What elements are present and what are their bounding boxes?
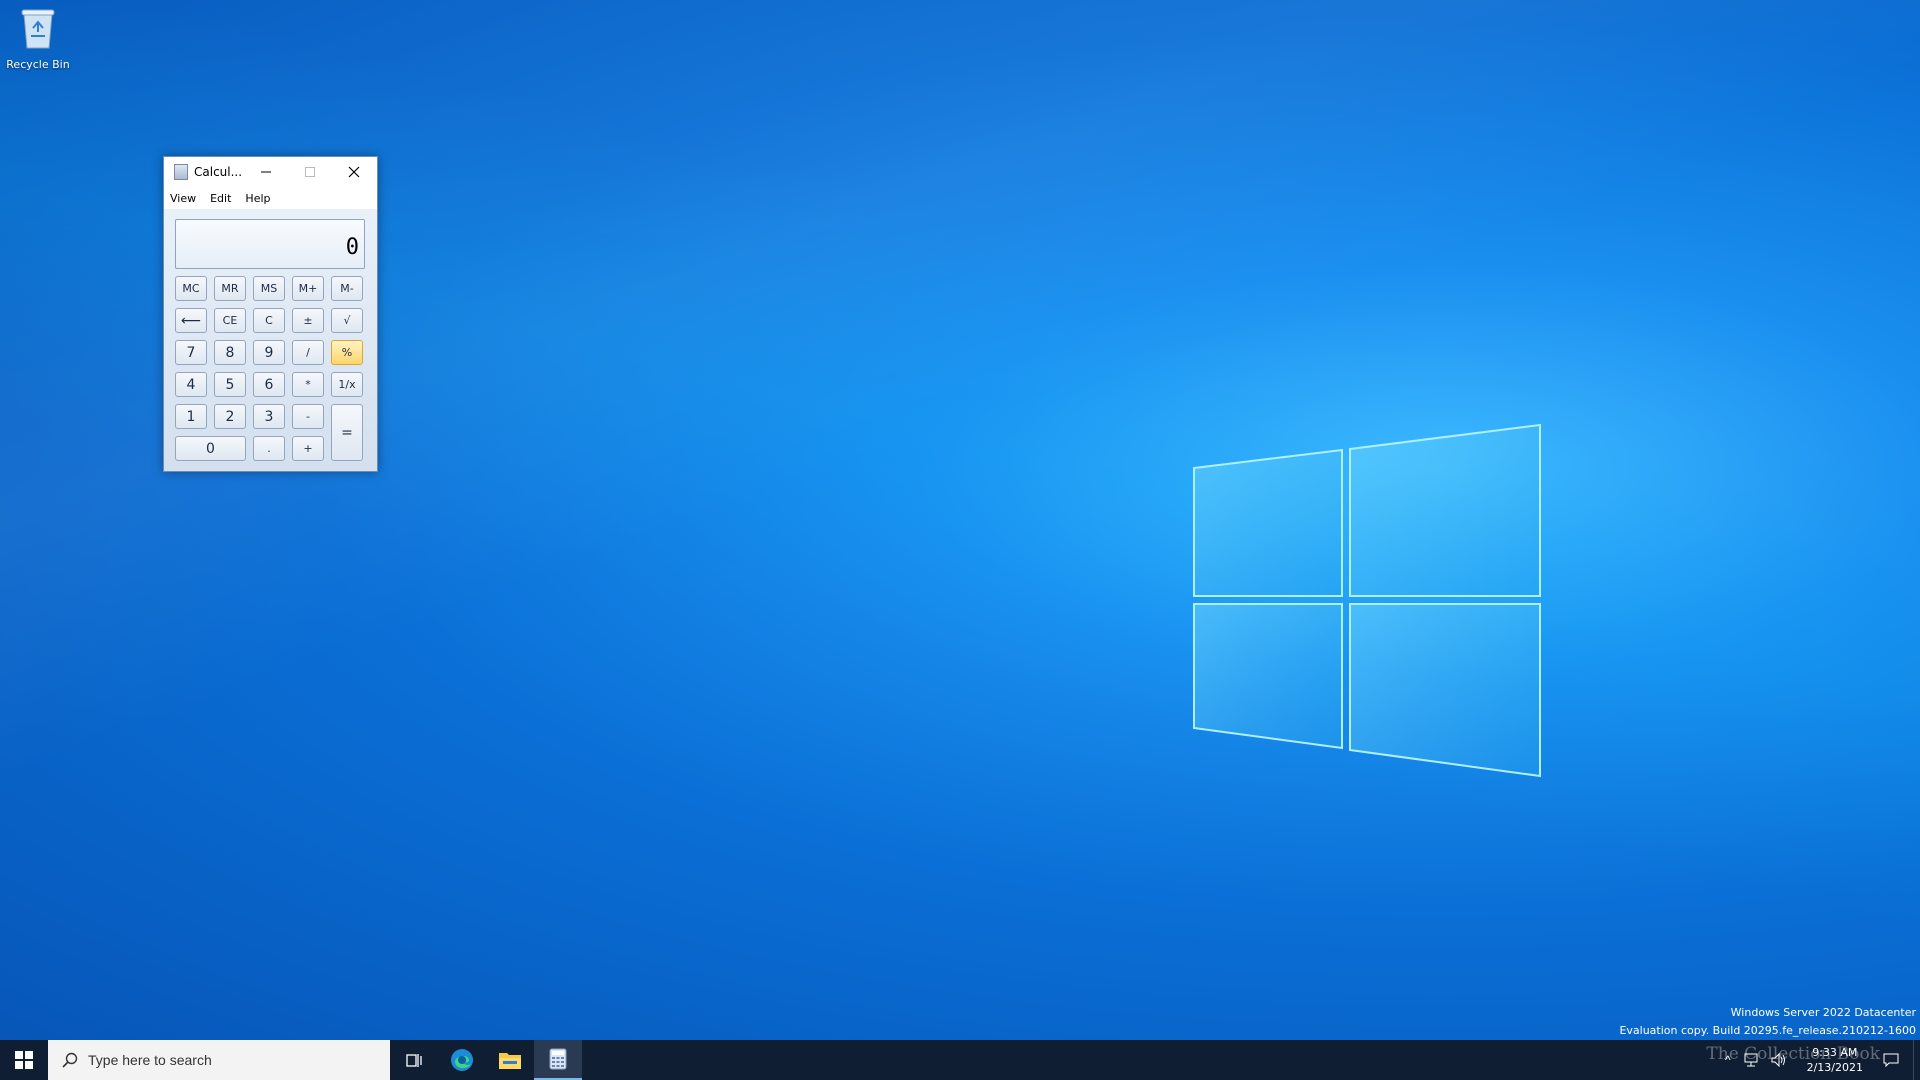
plus-minus-button[interactable]: ±	[292, 308, 324, 333]
percent-button[interactable]: %	[331, 340, 363, 365]
key-6[interactable]: 6	[253, 372, 285, 397]
m-minus-button[interactable]: M-	[331, 276, 363, 301]
menu-edit[interactable]: Edit	[210, 192, 231, 205]
build-watermark: Evaluation copy. Build 20295.fe_release.…	[1619, 1024, 1916, 1037]
close-button[interactable]	[332, 157, 376, 187]
window-title: Calcul...	[194, 165, 243, 179]
multiply-button[interactable]: *	[292, 372, 324, 397]
show-desktop-button[interactable]	[1913, 1040, 1920, 1080]
key-5[interactable]: 5	[214, 372, 246, 397]
key-4[interactable]: 4	[175, 372, 207, 397]
edition-watermark: Windows Server 2022 Datacenter	[1730, 1006, 1916, 1019]
watermark-overlay: The Collection Book	[1706, 1044, 1880, 1064]
close-icon	[348, 166, 360, 178]
mr-button[interactable]: MR	[214, 276, 246, 301]
reciprocal-button[interactable]: 1/x	[331, 372, 363, 397]
divide-button[interactable]: /	[292, 340, 324, 365]
calculator-display: 0	[175, 219, 365, 269]
desktop-icon-recycle-bin[interactable]: Recycle Bin	[4, 6, 72, 71]
display-value: 0	[345, 235, 359, 260]
maximize-icon	[305, 167, 315, 177]
equals-button[interactable]: =	[331, 404, 363, 461]
decimal-button[interactable]: .	[253, 436, 285, 461]
taskbar-calculator[interactable]	[534, 1040, 582, 1080]
sqrt-button[interactable]: √	[331, 308, 363, 333]
key-8[interactable]: 8	[214, 340, 246, 365]
edge-icon	[451, 1049, 473, 1071]
ms-button[interactable]: MS	[253, 276, 285, 301]
key-1[interactable]: 1	[175, 404, 207, 429]
taskbar-file-explorer[interactable]	[486, 1040, 534, 1080]
mc-button[interactable]: MC	[175, 276, 207, 301]
calculator-icon	[549, 1048, 567, 1070]
task-view-button[interactable]	[390, 1040, 438, 1080]
desktop: Recycle Bin Calcul... View Edit Help 0 M…	[0, 0, 1920, 1040]
calculator-icon	[174, 164, 188, 180]
key-9[interactable]: 9	[253, 340, 285, 365]
add-button[interactable]: +	[292, 436, 324, 461]
search-placeholder: Type here to search	[88, 1052, 212, 1068]
start-button[interactable]	[0, 1040, 48, 1080]
key-3[interactable]: 3	[253, 404, 285, 429]
subtract-button[interactable]: -	[292, 404, 324, 429]
backspace-button[interactable]: ⟵	[175, 308, 207, 333]
minimize-button[interactable]	[244, 157, 288, 187]
file-explorer-icon	[499, 1053, 521, 1069]
desktop-icon-label: Recycle Bin	[6, 58, 70, 71]
taskbar: Type here to search ^ 9:33 AM 2/13/2021	[0, 1040, 1920, 1080]
windows-icon	[15, 1051, 33, 1069]
menu-help[interactable]: Help	[245, 192, 270, 205]
notification-icon[interactable]	[1883, 1052, 1899, 1068]
menu-bar: View Edit Help	[164, 187, 377, 209]
menu-view[interactable]: View	[170, 192, 196, 205]
recycle-bin-icon	[21, 9, 55, 49]
clear-button[interactable]: C	[253, 308, 285, 333]
maximize-button[interactable]	[288, 157, 332, 187]
title-bar[interactable]: Calcul...	[164, 157, 377, 187]
key-7[interactable]: 7	[175, 340, 207, 365]
calculator-window[interactable]: Calcul... View Edit Help 0 MC MR MS M+ M…	[163, 156, 378, 472]
taskbar-edge[interactable]	[438, 1040, 486, 1080]
search-box[interactable]: Type here to search	[48, 1040, 390, 1080]
calculator-keypad: 0 MC MR MS M+ M- ⟵ CE C ± √ 7 8 9 / % 4 …	[164, 209, 377, 471]
minimize-icon	[261, 171, 271, 173]
m-plus-button[interactable]: M+	[292, 276, 324, 301]
key-0[interactable]: 0	[175, 436, 246, 461]
key-2[interactable]: 2	[214, 404, 246, 429]
ce-button[interactable]: CE	[214, 308, 246, 333]
task-view-icon	[406, 1054, 422, 1067]
search-icon	[62, 1052, 78, 1068]
